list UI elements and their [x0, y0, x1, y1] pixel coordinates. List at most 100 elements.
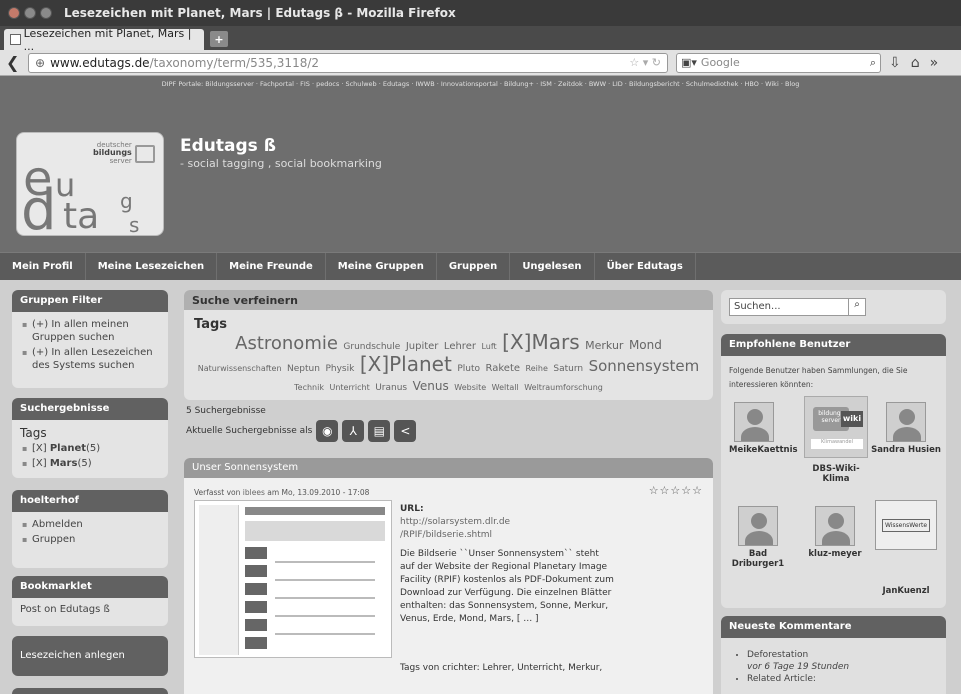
favicon-icon	[10, 34, 21, 45]
active-tag-planet[interactable]: [X] Planet(5)	[20, 442, 160, 455]
menu-item-meine-lesezeichen[interactable]: Meine Lesezeichen	[86, 252, 218, 281]
minimize-window-button[interactable]	[24, 7, 36, 19]
tab-label: Lesezeichen mit Planet, Mars | ...	[23, 26, 192, 53]
menu-item-ueber-edutags[interactable]: Über Edutags	[595, 252, 696, 281]
tag-cloud-item[interactable]: Weltraumforschung	[524, 383, 603, 392]
bookmarklet-block: Bookmarklet Post on Edutags ß	[12, 576, 168, 626]
overflow-icon[interactable]: »	[930, 55, 939, 71]
user-card[interactable]: kluz-meyer	[801, 506, 869, 559]
gruppen-filter-title: Gruppen Filter	[12, 290, 168, 312]
menu-item-ungelesen[interactable]: Ungelesen	[510, 252, 595, 281]
bookmarklet-title: Bookmarklet	[12, 576, 168, 598]
tag-cloud-item[interactable]: Technik	[294, 383, 324, 392]
menu-item-gruppen[interactable]: Gruppen	[437, 252, 511, 281]
tag-cloud-item[interactable]: Luft	[481, 342, 496, 351]
rss-icon[interactable]: ◉	[316, 420, 339, 442]
avatar	[734, 402, 774, 442]
web-search-box[interactable]: ▣▾ Google ⌕	[676, 52, 881, 73]
url-label: URL:	[400, 504, 424, 514]
left-lower-block	[12, 688, 168, 694]
bookmark-description: Die Bildserie ``Unser Sonnensystem`` ste…	[400, 549, 614, 624]
tag-cloud-item[interactable]: Merkur	[585, 339, 623, 352]
tag-cloud-item[interactable]: Website	[454, 383, 486, 392]
tag-cloud-item[interactable]: Physik	[325, 364, 354, 374]
content-area: Gruppen Filter (+) In allen meinen Grupp…	[0, 280, 961, 694]
print-icon[interactable]: ▤	[368, 420, 391, 442]
site-logo[interactable]: e u d ta g s deutscher bildungs server	[16, 132, 164, 239]
search-icon[interactable]: ⌕	[870, 56, 876, 70]
tags-label: Tags	[20, 426, 47, 440]
url-bar[interactable]: ⊕ www.edutags.de /taxonomy/term/535,3118…	[28, 52, 668, 73]
tag-cloud-item[interactable]: Pluto	[457, 364, 480, 374]
rating-stars[interactable]: ☆☆☆☆☆	[649, 484, 703, 497]
tag-cloud-item[interactable]: [X]Mars	[502, 330, 579, 354]
back-arrow-icon[interactable]: ❮	[6, 53, 28, 72]
tag-cloud-item[interactable]: Weltall	[492, 383, 519, 392]
tag-cloud-item[interactable]: Mond	[629, 338, 662, 352]
tag-cloud-item[interactable]: Saturn	[553, 364, 583, 374]
gruppen-filter-block: Gruppen Filter (+) In allen meinen Grupp…	[12, 290, 168, 388]
bookmark-tags: Tags von crichter: Lehrer, Unterricht, M…	[400, 663, 603, 673]
comment-related[interactable]: Related Article:	[747, 674, 934, 684]
user-card[interactable]: Sandra Husien	[871, 402, 941, 455]
bookmark-star-icon[interactable]: ☆ ▾ ↻	[629, 56, 661, 69]
globe-icon: ⊕	[35, 55, 46, 70]
avatar	[815, 506, 855, 546]
search-block: Suchen... ⌕	[721, 290, 946, 324]
pdf-icon[interactable]: ⅄	[342, 420, 365, 442]
tag-cloud-item[interactable]: Uranus	[375, 383, 407, 393]
window-titlebar: Lesezeichen mit Planet, Mars | Edutags β…	[0, 0, 961, 26]
home-icon[interactable]: ⌂	[911, 55, 920, 71]
web-search-placeholder: Google	[700, 56, 740, 69]
tag-cloud-item[interactable]: Venus	[413, 379, 449, 393]
tag-cloud-title: Tags	[194, 317, 228, 332]
recommended-users-block: Empfohlene Benutzer Folgende Benutzer ha…	[721, 334, 946, 608]
tags-author-link[interactable]: crichter	[442, 663, 476, 673]
browser-tab[interactable]: Lesezeichen mit Planet, Mars | ...	[4, 26, 204, 53]
site-search-input[interactable]: Suchen...	[729, 298, 849, 316]
author-link[interactable]: iblees	[243, 488, 265, 497]
tag-cloud-item[interactable]: Naturwissenschaften	[198, 364, 282, 373]
maximize-window-button[interactable]	[40, 7, 52, 19]
tag-cloud: Tags Astronomie Grundschule Jupiter Lehr…	[184, 310, 713, 400]
menu-item-meine-gruppen[interactable]: Meine Gruppen	[326, 252, 437, 281]
menu-item-meine-freunde[interactable]: Meine Freunde	[217, 252, 326, 281]
bookmark-url-line1[interactable]: http://solarsystem.dlr.de	[400, 516, 614, 529]
active-tag-mars[interactable]: [X] Mars(5)	[20, 457, 160, 470]
user-card[interactable]: WissensWerte JanKuenzl	[873, 500, 939, 596]
site-search-button[interactable]: ⌕	[848, 298, 866, 316]
tag-cloud-item[interactable]: Unterricht	[329, 383, 369, 392]
filter-link-alle-lesezeichen[interactable]: (+) In allen Lesezeichen des Systems suc…	[20, 346, 160, 372]
user-card[interactable]: Bad Driburger1	[727, 506, 789, 569]
bookmark-card: Unser Sonnensystem Verfasst von iblees a…	[184, 458, 713, 694]
site-title[interactable]: Edutags ß	[180, 136, 276, 156]
tag-cloud-item[interactable]: [X]Planet	[360, 352, 452, 376]
user-card[interactable]: bildungs server wiki Klimawandel DBS-Wiki…	[801, 396, 871, 484]
tag-cloud-item[interactable]: Rakete	[486, 363, 521, 374]
bookmark-title[interactable]: Unser Sonnensystem	[184, 458, 713, 478]
close-window-button[interactable]	[8, 7, 20, 19]
portal-links[interactable]: DIPF Portale: Bildungsserver · Fachporta…	[0, 76, 961, 94]
wiki-avatar: bildungs server wiki Klimawandel	[804, 396, 868, 458]
user-card[interactable]: MeikeKaettnis	[729, 402, 798, 455]
menu-item-mein-profil[interactable]: Mein Profil	[12, 252, 86, 281]
tag-cloud-item[interactable]: Lehrer	[444, 341, 476, 352]
comment-link[interactable]: Deforestation	[747, 650, 934, 660]
logout-link[interactable]: Abmelden	[20, 518, 160, 531]
tag-cloud-item[interactable]: Astronomie	[235, 333, 338, 354]
download-icon[interactable]: ⇩	[889, 55, 901, 71]
bookmark-url-line2[interactable]: /RPIF/bildserie.shtml	[400, 529, 614, 542]
tag-cloud-item[interactable]: Reihe	[526, 364, 548, 373]
tag-cloud-item[interactable]: Sonnensystem	[589, 357, 700, 375]
groups-link[interactable]: Gruppen	[20, 533, 160, 546]
share-icon[interactable]: <	[394, 420, 417, 442]
bookmarklet-link[interactable]: Post on Edutags ß	[12, 598, 168, 621]
new-tab-button[interactable]: +	[210, 31, 228, 47]
tag-cloud-item[interactable]: Neptun	[287, 364, 320, 374]
website-thumbnail[interactable]	[194, 500, 392, 658]
filter-link-meine-gruppen[interactable]: (+) In allen meinen Gruppen suchen	[20, 318, 160, 344]
tag-cloud-item[interactable]: Grundschule	[343, 342, 400, 352]
tag-cloud-item[interactable]: Jupiter	[406, 341, 439, 352]
add-bookmark-link[interactable]: Lesezeichen anlegen	[12, 636, 168, 667]
comments-block: Neueste Kommentare Deforestation vor 6 T…	[721, 616, 946, 694]
